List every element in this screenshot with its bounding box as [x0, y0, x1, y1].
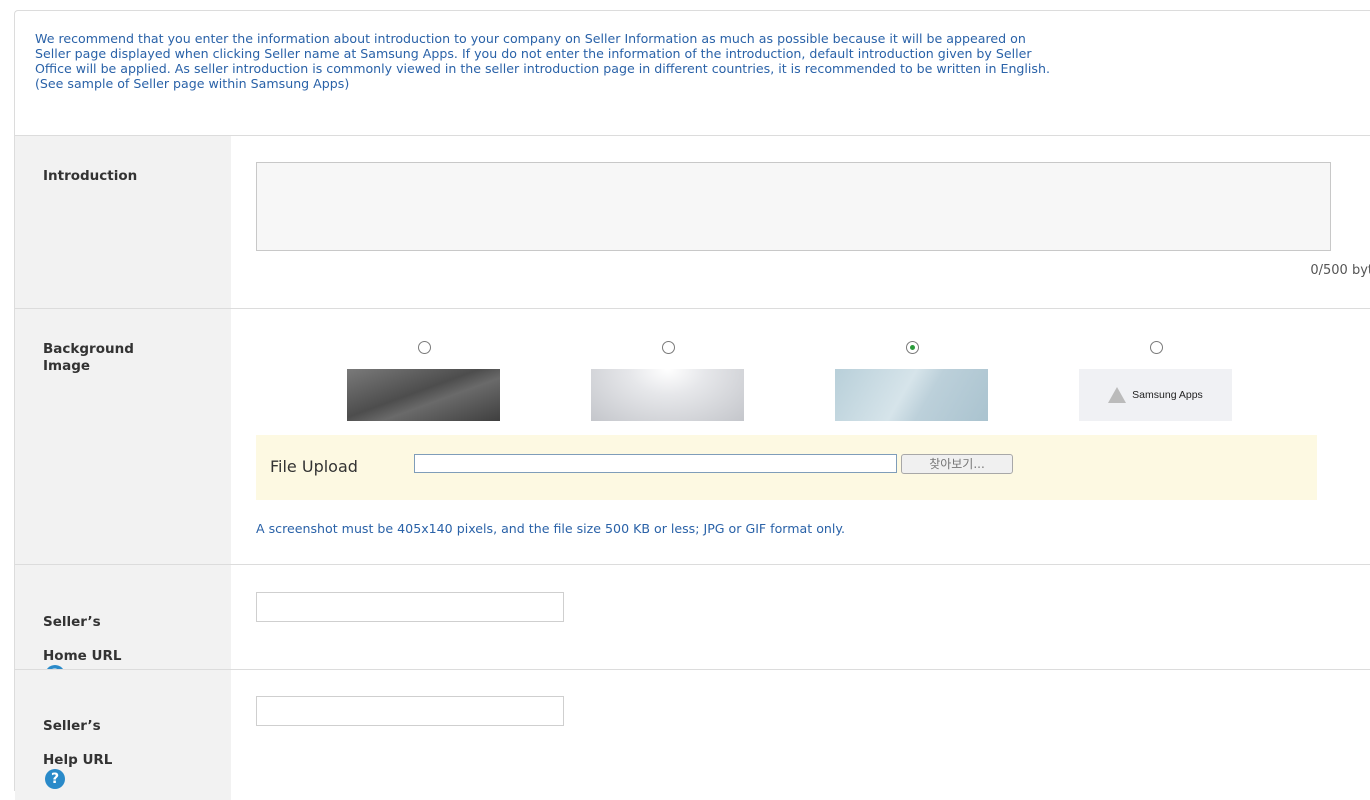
samsung-apps-text: Samsung Apps: [1132, 389, 1203, 401]
help-url-label: Seller’s Help URL ?: [43, 701, 112, 789]
bg-radio-dark-gray[interactable]: [418, 341, 431, 354]
samsung-apps-logo-icon: [1108, 387, 1127, 403]
bg-thumb-light-silver[interactable]: [591, 369, 744, 421]
home-url-input[interactable]: [256, 592, 564, 622]
background-image-label: Background Image: [43, 341, 134, 374]
home-url-label-line2: Home URL: [43, 648, 122, 664]
help-url-label-line1: Seller’s: [43, 718, 101, 734]
bg-thumb-dark-gray[interactable]: [347, 369, 500, 421]
browse-button[interactable]: 찾아보기...: [901, 454, 1013, 474]
file-upload-input[interactable]: [414, 454, 897, 473]
introduction-label: Introduction: [43, 168, 138, 184]
upload-hint: A screenshot must be 405x140 pixels, and…: [256, 521, 846, 536]
bg-thumb-light-blue[interactable]: [835, 369, 988, 421]
file-upload-box: File Upload 찾아보기...: [256, 435, 1317, 500]
bg-radio-samsung-apps[interactable]: [1150, 341, 1163, 354]
file-upload-label: File Upload: [270, 457, 358, 476]
intro-notice: We recommend that you enter the informat…: [35, 31, 1050, 91]
seller-info-panel: We recommend that you enter the informat…: [14, 10, 1370, 800]
byte-counter: 0/500 byte: [1310, 263, 1370, 278]
question-icon[interactable]: ?: [45, 769, 65, 789]
bg-radio-light-blue[interactable]: [906, 341, 919, 354]
introduction-textarea[interactable]: [256, 162, 1331, 251]
bg-thumb-samsung-apps[interactable]: Samsung Apps: [1079, 369, 1232, 421]
bg-radio-light-silver[interactable]: [662, 341, 675, 354]
label-column: [15, 136, 231, 308]
help-url-input[interactable]: [256, 696, 564, 726]
home-url-label-line1: Seller’s: [43, 614, 101, 630]
help-url-label-line2: Help URL: [43, 752, 113, 768]
